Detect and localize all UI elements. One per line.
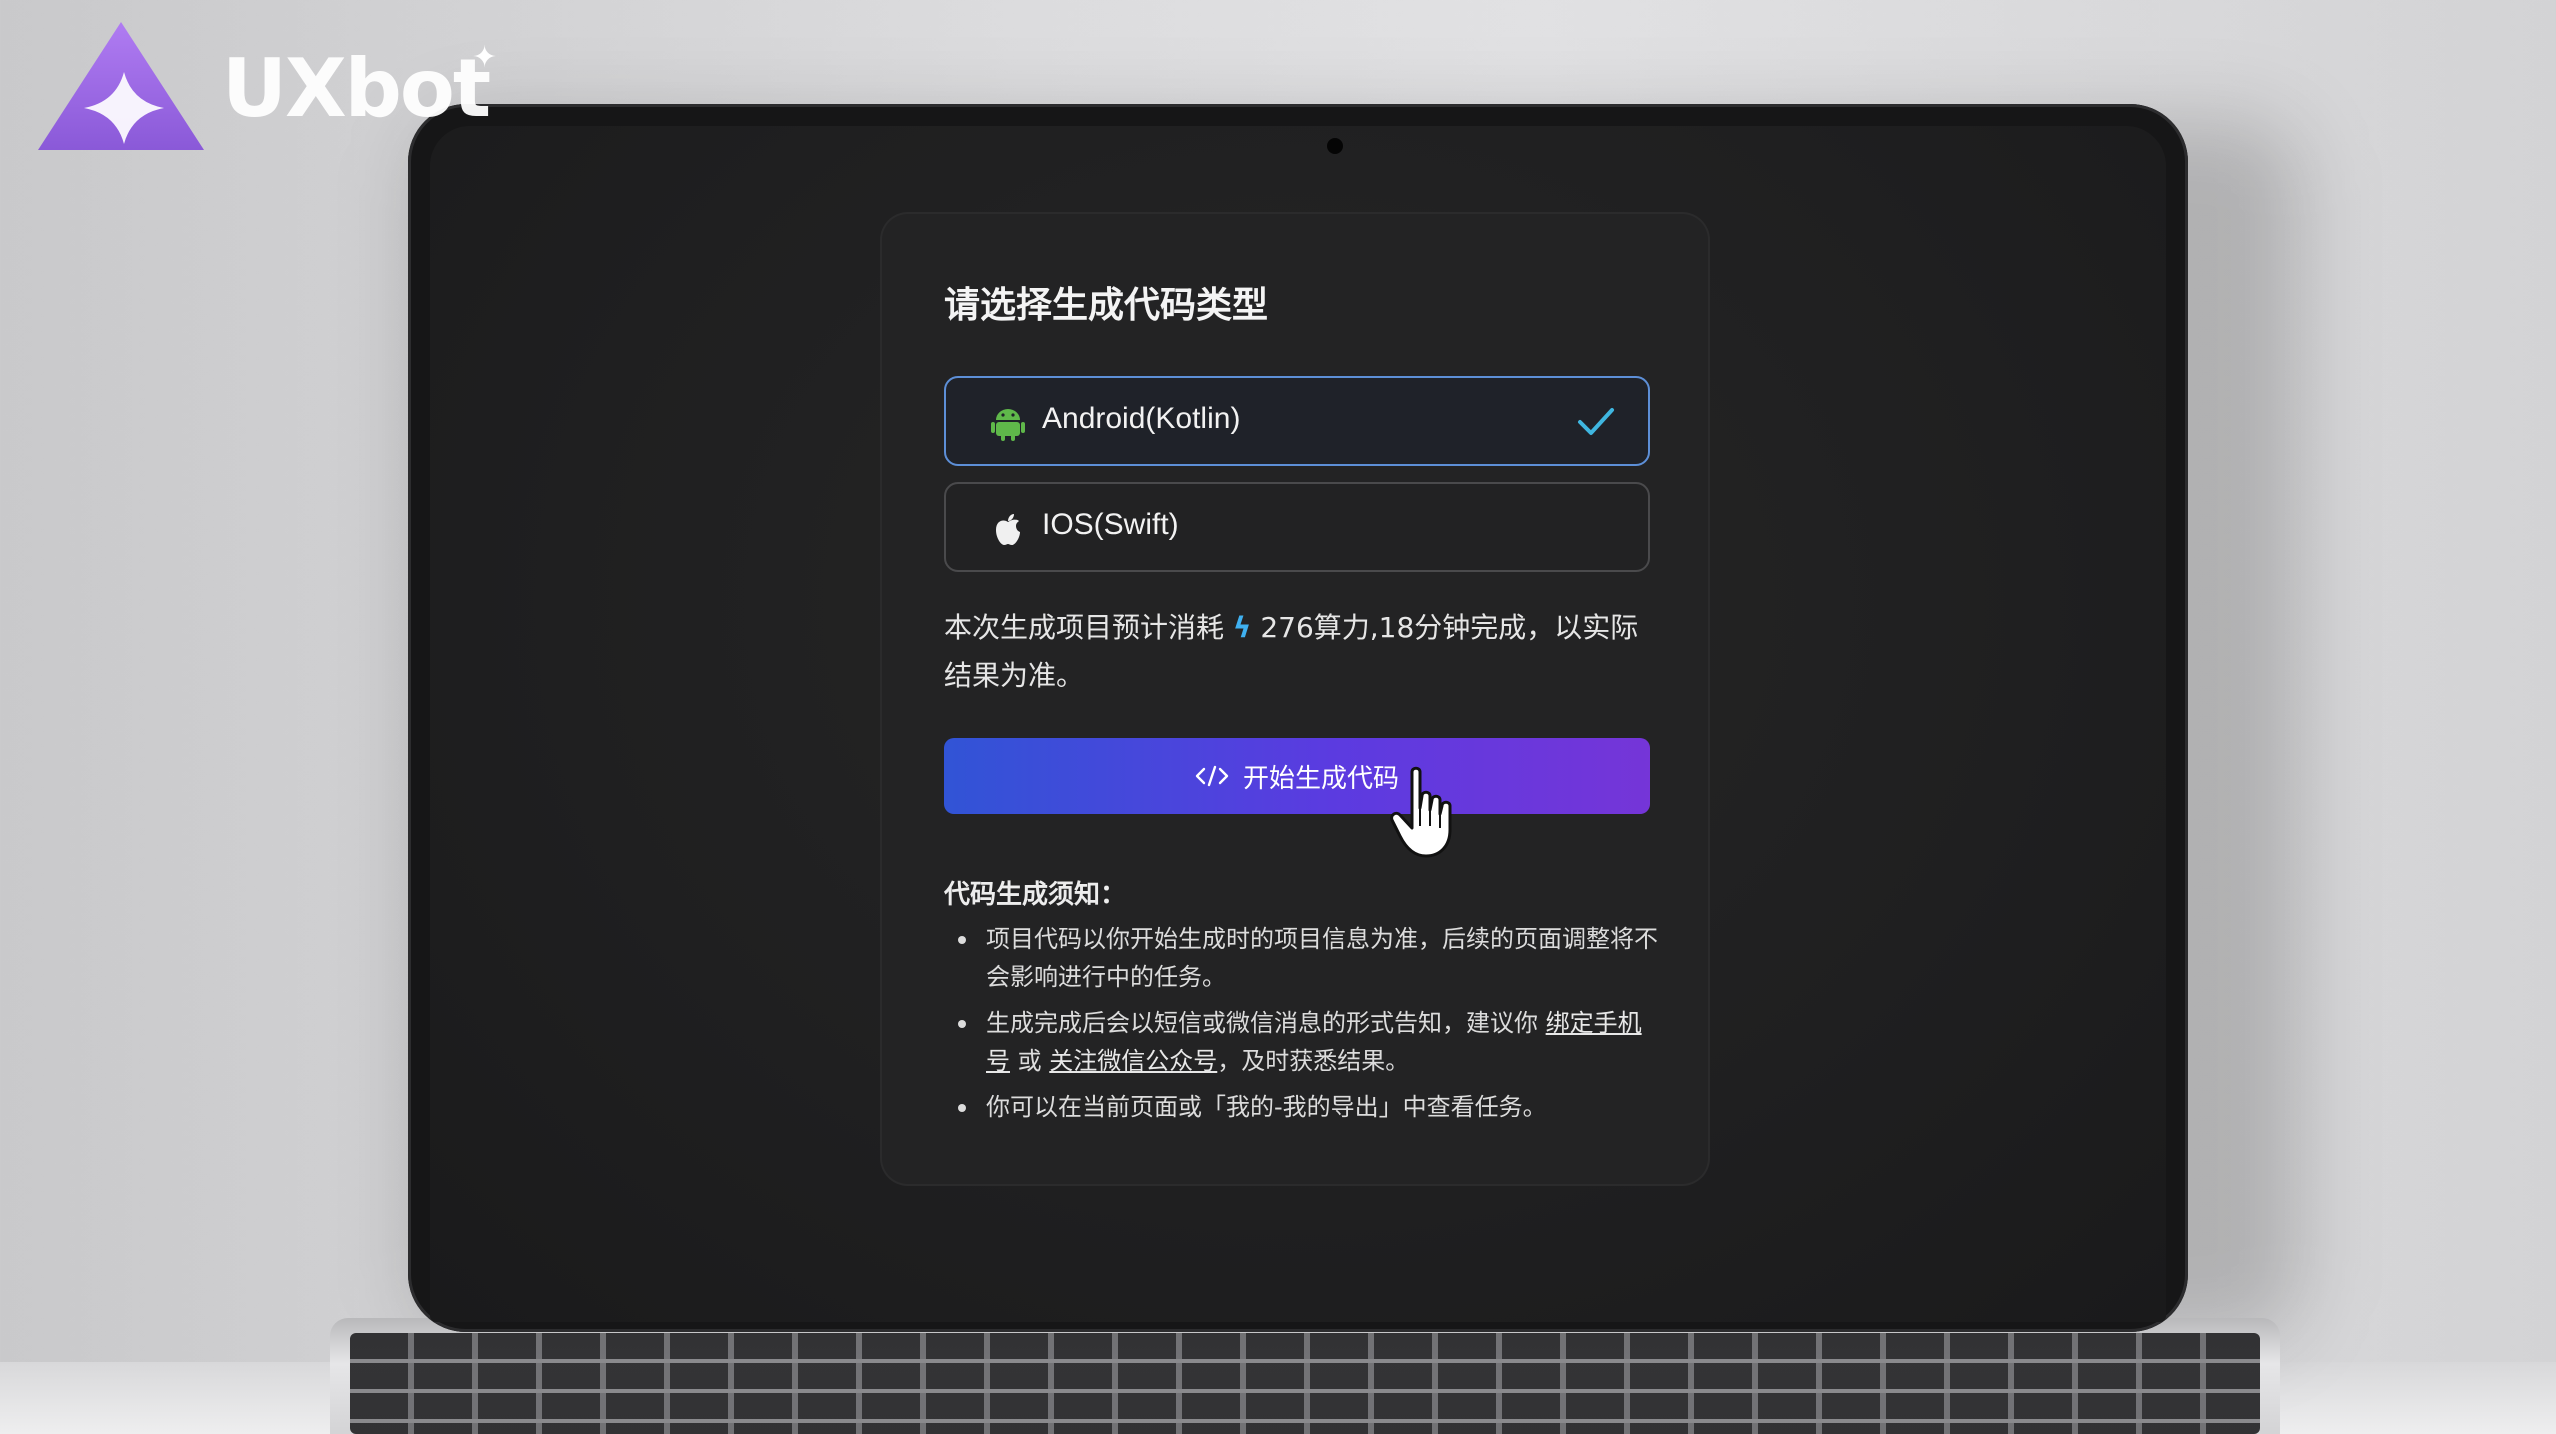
option-ios-swift[interactable]: IOS(Swift) — [944, 482, 1650, 572]
notice-title: 代码生成须知： — [944, 880, 1127, 910]
notice-text: 或 — [1010, 1047, 1050, 1075]
keyboard-rows — [350, 1333, 2260, 1434]
start-generate-button[interactable]: 开始生成代码 — [944, 738, 1650, 814]
apple-icon — [996, 514, 1020, 545]
notice-item: 你可以在当前页面或「我的-我的导出」中查看任务。 — [944, 1088, 1664, 1126]
cost-estimate: 本次生成项目预计消耗 ϟ 276算力,18分钟完成，以实际结果为准。 — [944, 604, 1664, 700]
notice-list: 项目代码以你开始生成时的项目信息为准，后续的页面调整将不会影响进行中的任务。 生… — [944, 920, 1664, 1134]
webcam-dot — [1327, 138, 1343, 154]
option-label: IOS(Swift) — [1042, 508, 1179, 541]
notice-item: 生成完成后会以短信或微信消息的形式告知，建议你 绑定手机号 或 关注微信公众号，… — [944, 1004, 1664, 1080]
code-icon — [1195, 765, 1229, 787]
follow-wechat-link[interactable]: 关注微信公众号 — [1049, 1047, 1217, 1075]
android-icon — [991, 409, 1025, 441]
sparkle-icon: ✦ — [472, 40, 498, 75]
notice-text: ，及时获悉结果。 — [1217, 1047, 1410, 1075]
check-icon — [1578, 408, 1614, 435]
bolt-icon: ϟ — [1232, 611, 1252, 644]
option-android-kotlin[interactable]: Android(Kotlin) — [944, 376, 1650, 466]
dialog-title: 请选择生成代码类型 — [944, 285, 1269, 326]
estimate-prefix: 本次生成项目预计消耗 — [944, 611, 1225, 644]
code-type-dialog: 请选择生成代码类型 Android(Kotlin) IOS(Swift) 本次生… — [882, 214, 1708, 1184]
hand-cursor-icon — [1390, 766, 1452, 858]
notice-text: 生成完成后会以短信或微信消息的形式告知，建议你 — [986, 1009, 1546, 1037]
uxbot-triangle-logo-icon — [38, 22, 204, 150]
brand-name: UXbot — [222, 42, 491, 135]
option-label: Android(Kotlin) — [1042, 402, 1241, 435]
notice-item: 项目代码以你开始生成时的项目信息为准，后续的页面调整将不会影响进行中的任务。 — [944, 920, 1664, 996]
start-button-label: 开始生成代码 — [1242, 763, 1399, 794]
